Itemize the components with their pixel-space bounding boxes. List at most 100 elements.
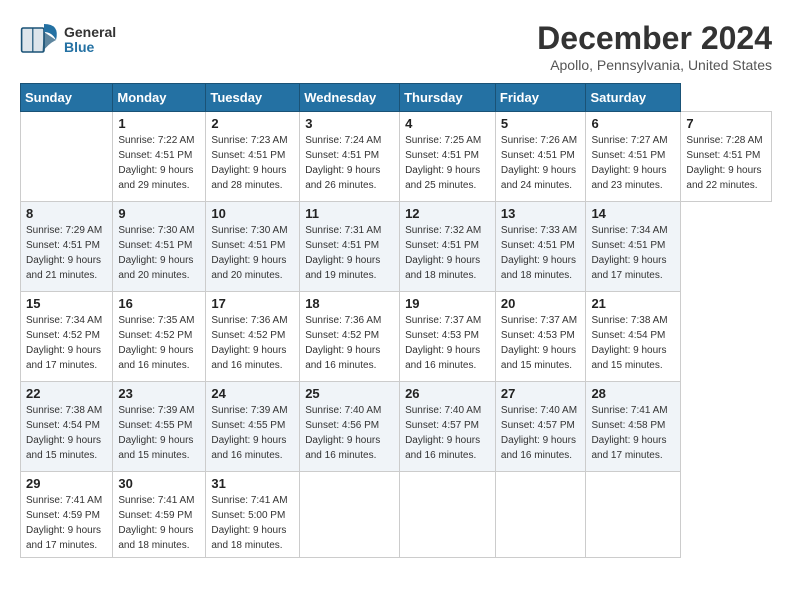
day-info: Sunrise: 7:35 AM Sunset: 4:52 PM Dayligh… [118, 313, 200, 373]
day-info: Sunrise: 7:28 AM Sunset: 4:51 PM Dayligh… [686, 133, 766, 193]
day-number: 18 [305, 296, 394, 311]
day-info: Sunrise: 7:25 AM Sunset: 4:51 PM Dayligh… [405, 133, 490, 193]
calendar-cell: 26Sunrise: 7:40 AM Sunset: 4:57 PM Dayli… [400, 382, 496, 472]
day-info: Sunrise: 7:37 AM Sunset: 4:53 PM Dayligh… [501, 313, 581, 373]
day-number: 3 [305, 116, 394, 131]
day-info: Sunrise: 7:23 AM Sunset: 4:51 PM Dayligh… [211, 133, 294, 193]
calendar-cell: 25 Sunrise: 7:40 AM Sunset: 4:56 PM Dayli… [300, 382, 400, 472]
day-info: Sunrise: 7:38 AM Sunset: 4:54 PM Dayligh… [591, 313, 675, 373]
day-header-sunday: Sunday [21, 84, 113, 112]
day-info: Sunrise: 7:39 AM Sunset: 4:55 PM Dayligh… [118, 403, 200, 463]
day-number: 4 [405, 116, 490, 131]
page-header: General Blue December 2024 Apollo, Penns… [20, 20, 772, 73]
calendar-week-row: 29 Sunrise: 7:41 AM Sunset: 4:59 PM Dayli… [21, 472, 772, 558]
calendar-cell: 29 Sunrise: 7:41 AM Sunset: 4:59 PM Dayli… [21, 472, 113, 558]
day-number: 1 [118, 116, 200, 131]
day-info: Sunrise: 7:41 AM Sunset: 5:00 PM Dayligh… [211, 493, 294, 553]
day-number: 28 [591, 386, 675, 401]
day-number: 25 [305, 386, 394, 401]
calendar-header-row: SundayMondayTuesdayWednesdayThursdayFrid… [21, 84, 772, 112]
calendar-cell: 2 Sunrise: 7:23 AM Sunset: 4:51 PM Daylig… [206, 112, 300, 202]
day-info: Sunrise: 7:29 AM Sunset: 4:51 PM Dayligh… [26, 223, 107, 283]
day-number: 15 [26, 296, 107, 311]
day-info: Sunrise: 7:40 AM Sunset: 4:56 PM Dayligh… [305, 403, 394, 463]
calendar-week-row: 15 Sunrise: 7:34 AM Sunset: 4:52 PM Dayli… [21, 292, 772, 382]
day-info: Sunrise: 7:31 AM Sunset: 4:51 PM Dayligh… [305, 223, 394, 283]
day-number: 24 [211, 386, 294, 401]
day-info: Sunrise: 7:27 AM Sunset: 4:51 PM Dayligh… [591, 133, 675, 193]
calendar-cell: 5 Sunrise: 7:26 AM Sunset: 4:51 PM Daylig… [495, 112, 586, 202]
calendar-cell: 22Sunrise: 7:38 AM Sunset: 4:54 PM Dayli… [21, 382, 113, 472]
day-info: Sunrise: 7:41 AM Sunset: 4:58 PM Dayligh… [591, 403, 675, 463]
calendar-cell [400, 472, 496, 558]
calendar-table: SundayMondayTuesdayWednesdayThursdayFrid… [20, 83, 772, 558]
day-number: 29 [26, 476, 107, 491]
calendar-cell: 17 Sunrise: 7:36 AM Sunset: 4:52 PM Dayli… [206, 292, 300, 382]
day-number: 16 [118, 296, 200, 311]
calendar-cell: 11 Sunrise: 7:31 AM Sunset: 4:51 PM Dayli… [300, 202, 400, 292]
day-number: 19 [405, 296, 490, 311]
calendar-week-row: 1 Sunrise: 7:22 AM Sunset: 4:51 PM Daylig… [21, 112, 772, 202]
day-number: 5 [501, 116, 581, 131]
calendar-cell: 12Sunrise: 7:32 AM Sunset: 4:51 PM Dayli… [400, 202, 496, 292]
day-number: 31 [211, 476, 294, 491]
logo-blue: Blue [64, 40, 116, 55]
day-info: Sunrise: 7:37 AM Sunset: 4:53 PM Dayligh… [405, 313, 490, 373]
day-number: 7 [686, 116, 766, 131]
day-info: Sunrise: 7:34 AM Sunset: 4:51 PM Dayligh… [591, 223, 675, 283]
calendar-cell [586, 472, 681, 558]
day-info: Sunrise: 7:41 AM Sunset: 4:59 PM Dayligh… [26, 493, 107, 553]
day-number: 11 [305, 206, 394, 221]
calendar-cell: 13Sunrise: 7:33 AM Sunset: 4:51 PM Dayli… [495, 202, 586, 292]
day-number: 2 [211, 116, 294, 131]
calendar-cell: 19 Sunrise: 7:37 AM Sunset: 4:53 PM Dayli… [400, 292, 496, 382]
calendar-cell: 7 Sunrise: 7:28 AM Sunset: 4:51 PM Daylig… [681, 112, 772, 202]
day-info: Sunrise: 7:40 AM Sunset: 4:57 PM Dayligh… [501, 403, 581, 463]
day-info: Sunrise: 7:39 AM Sunset: 4:55 PM Dayligh… [211, 403, 294, 463]
calendar-cell: 24 Sunrise: 7:39 AM Sunset: 4:55 PM Dayli… [206, 382, 300, 472]
calendar-cell: 20Sunrise: 7:37 AM Sunset: 4:53 PM Dayli… [495, 292, 586, 382]
day-info: Sunrise: 7:22 AM Sunset: 4:51 PM Dayligh… [118, 133, 200, 193]
day-header-monday: Monday [113, 84, 206, 112]
day-info: Sunrise: 7:36 AM Sunset: 4:52 PM Dayligh… [305, 313, 394, 373]
calendar-cell: 14 Sunrise: 7:34 AM Sunset: 4:51 PM Dayli… [586, 202, 681, 292]
day-header-tuesday: Tuesday [206, 84, 300, 112]
month-title: December 2024 [537, 20, 772, 57]
day-number: 10 [211, 206, 294, 221]
calendar-cell [300, 472, 400, 558]
calendar-cell: 4 Sunrise: 7:25 AM Sunset: 4:51 PM Daylig… [400, 112, 496, 202]
location: Apollo, Pennsylvania, United States [537, 57, 772, 73]
calendar-cell: 3 Sunrise: 7:24 AM Sunset: 4:51 PM Daylig… [300, 112, 400, 202]
day-number: 6 [591, 116, 675, 131]
day-header-friday: Friday [495, 84, 586, 112]
day-info: Sunrise: 7:24 AM Sunset: 4:51 PM Dayligh… [305, 133, 394, 193]
day-number: 26 [405, 386, 490, 401]
calendar-cell [21, 112, 113, 202]
day-info: Sunrise: 7:34 AM Sunset: 4:52 PM Dayligh… [26, 313, 107, 373]
day-number: 23 [118, 386, 200, 401]
calendar-cell: 15 Sunrise: 7:34 AM Sunset: 4:52 PM Dayli… [21, 292, 113, 382]
day-number: 13 [501, 206, 581, 221]
day-info: Sunrise: 7:38 AM Sunset: 4:54 PM Dayligh… [26, 403, 107, 463]
day-number: 14 [591, 206, 675, 221]
calendar-cell: 9Sunrise: 7:30 AM Sunset: 4:51 PM Daylig… [113, 202, 206, 292]
calendar-cell [495, 472, 586, 558]
day-header-thursday: Thursday [400, 84, 496, 112]
calendar-week-row: 22Sunrise: 7:38 AM Sunset: 4:54 PM Dayli… [21, 382, 772, 472]
day-info: Sunrise: 7:30 AM Sunset: 4:51 PM Dayligh… [211, 223, 294, 283]
calendar-cell: 6 Sunrise: 7:27 AM Sunset: 4:51 PM Daylig… [586, 112, 681, 202]
logo: General Blue [20, 20, 116, 60]
day-number: 27 [501, 386, 581, 401]
day-info: Sunrise: 7:26 AM Sunset: 4:51 PM Dayligh… [501, 133, 581, 193]
day-header-wednesday: Wednesday [300, 84, 400, 112]
day-number: 30 [118, 476, 200, 491]
day-number: 17 [211, 296, 294, 311]
calendar-cell: 21 Sunrise: 7:38 AM Sunset: 4:54 PM Dayli… [586, 292, 681, 382]
day-number: 9 [118, 206, 200, 221]
calendar-cell: 27 Sunrise: 7:40 AM Sunset: 4:57 PM Dayli… [495, 382, 586, 472]
day-info: Sunrise: 7:36 AM Sunset: 4:52 PM Dayligh… [211, 313, 294, 373]
day-number: 12 [405, 206, 490, 221]
calendar-cell: 30Sunrise: 7:41 AM Sunset: 4:59 PM Dayli… [113, 472, 206, 558]
calendar-cell: 28 Sunrise: 7:41 AM Sunset: 4:58 PM Dayli… [586, 382, 681, 472]
day-number: 21 [591, 296, 675, 311]
